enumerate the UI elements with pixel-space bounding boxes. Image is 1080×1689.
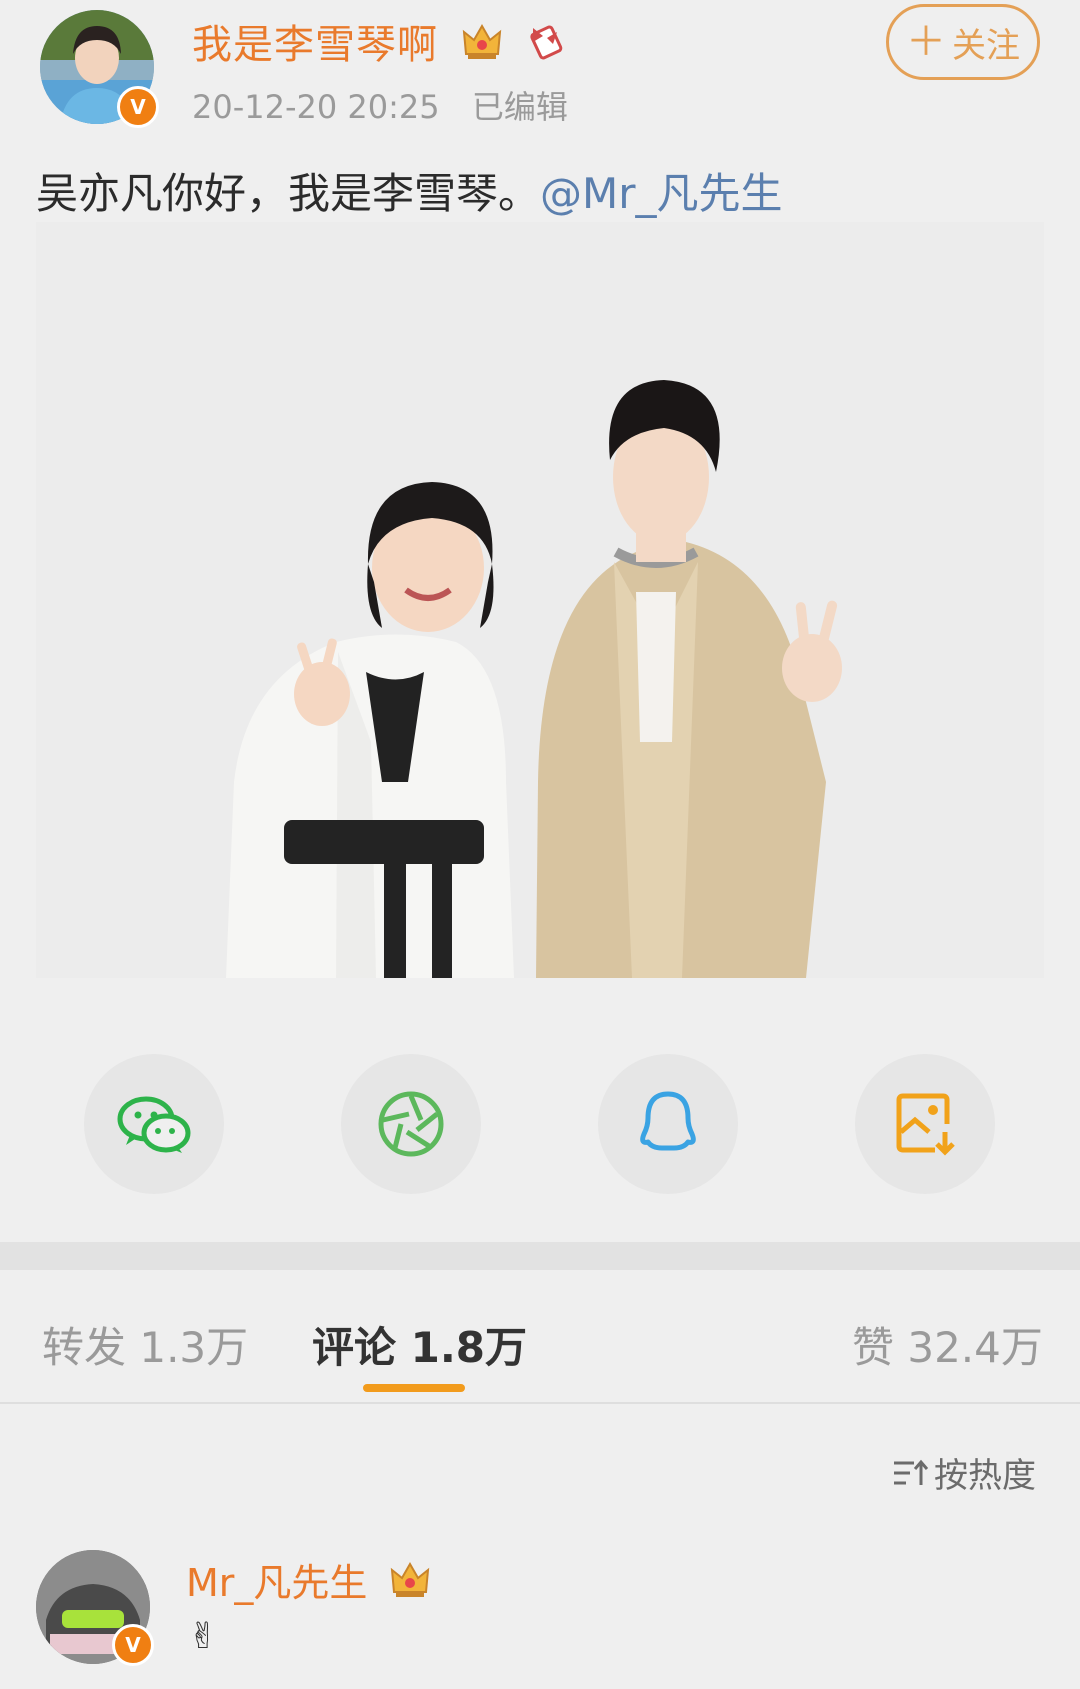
moments-icon: [378, 1091, 444, 1157]
tab-comment[interactable]: 评论 1.8万: [312, 1314, 527, 1375]
verified-badge-letter: V: [130, 95, 146, 119]
follow-button[interactable]: ＋ 关注: [886, 4, 1040, 80]
commenter-verified-badge: V: [112, 1624, 154, 1666]
comment-text: ✌: [188, 1616, 219, 1657]
tab-divider: [0, 1402, 1080, 1404]
crown-icon: [462, 23, 501, 59]
mention-link[interactable]: @Mr_凡先生: [540, 169, 783, 218]
commenter-name[interactable]: Mr_凡先生: [186, 1561, 367, 1605]
tab-like[interactable]: 赞 32.4万: [852, 1314, 1043, 1375]
qq-icon: [640, 1091, 696, 1151]
active-tab-indicator: [363, 1384, 465, 1392]
commenter-crown-icon: [390, 1561, 429, 1597]
verified-badge: V: [117, 86, 159, 128]
share-wechat-button[interactable]: [84, 1054, 224, 1194]
commenter-name-row: Mr_凡先生: [186, 1552, 432, 1607]
sort-label: 按热度: [934, 1456, 1036, 1496]
poster-name[interactable]: 我是李雪琴啊: [192, 22, 438, 68]
commenter-verified-letter: V: [125, 1633, 141, 1657]
share-qq-button[interactable]: [598, 1054, 738, 1194]
post-photo[interactable]: [36, 222, 1044, 978]
sort-by-hot-button[interactable]: 按热度: [892, 1448, 1036, 1497]
follow-label: 关注: [952, 25, 1020, 66]
edited-label: 已编辑: [471, 88, 568, 126]
post-body: 吴亦凡你好，我是李雪琴。: [36, 169, 541, 218]
poster-name-row: 我是李雪琴啊: [192, 12, 567, 70]
post-timestamp: 20-12-20 20:25: [192, 88, 440, 126]
sort-icon: [894, 1459, 928, 1485]
section-divider: [0, 1242, 1080, 1270]
plus-icon: ＋: [906, 19, 946, 65]
save-image-icon: [896, 1093, 955, 1156]
post-photo-image: [36, 222, 1044, 978]
share-moments-button[interactable]: [341, 1054, 481, 1194]
tab-repost[interactable]: 转发 1.3万: [42, 1314, 248, 1375]
wechat-icon: [117, 1096, 191, 1153]
post-text: 吴亦凡你好，我是李雪琴。@Mr_凡先生: [36, 160, 783, 221]
ribbon-scroll-icon: [530, 25, 563, 60]
save-image-button[interactable]: [855, 1054, 995, 1194]
post-meta: 20-12-20 20:25 已编辑: [192, 82, 568, 128]
